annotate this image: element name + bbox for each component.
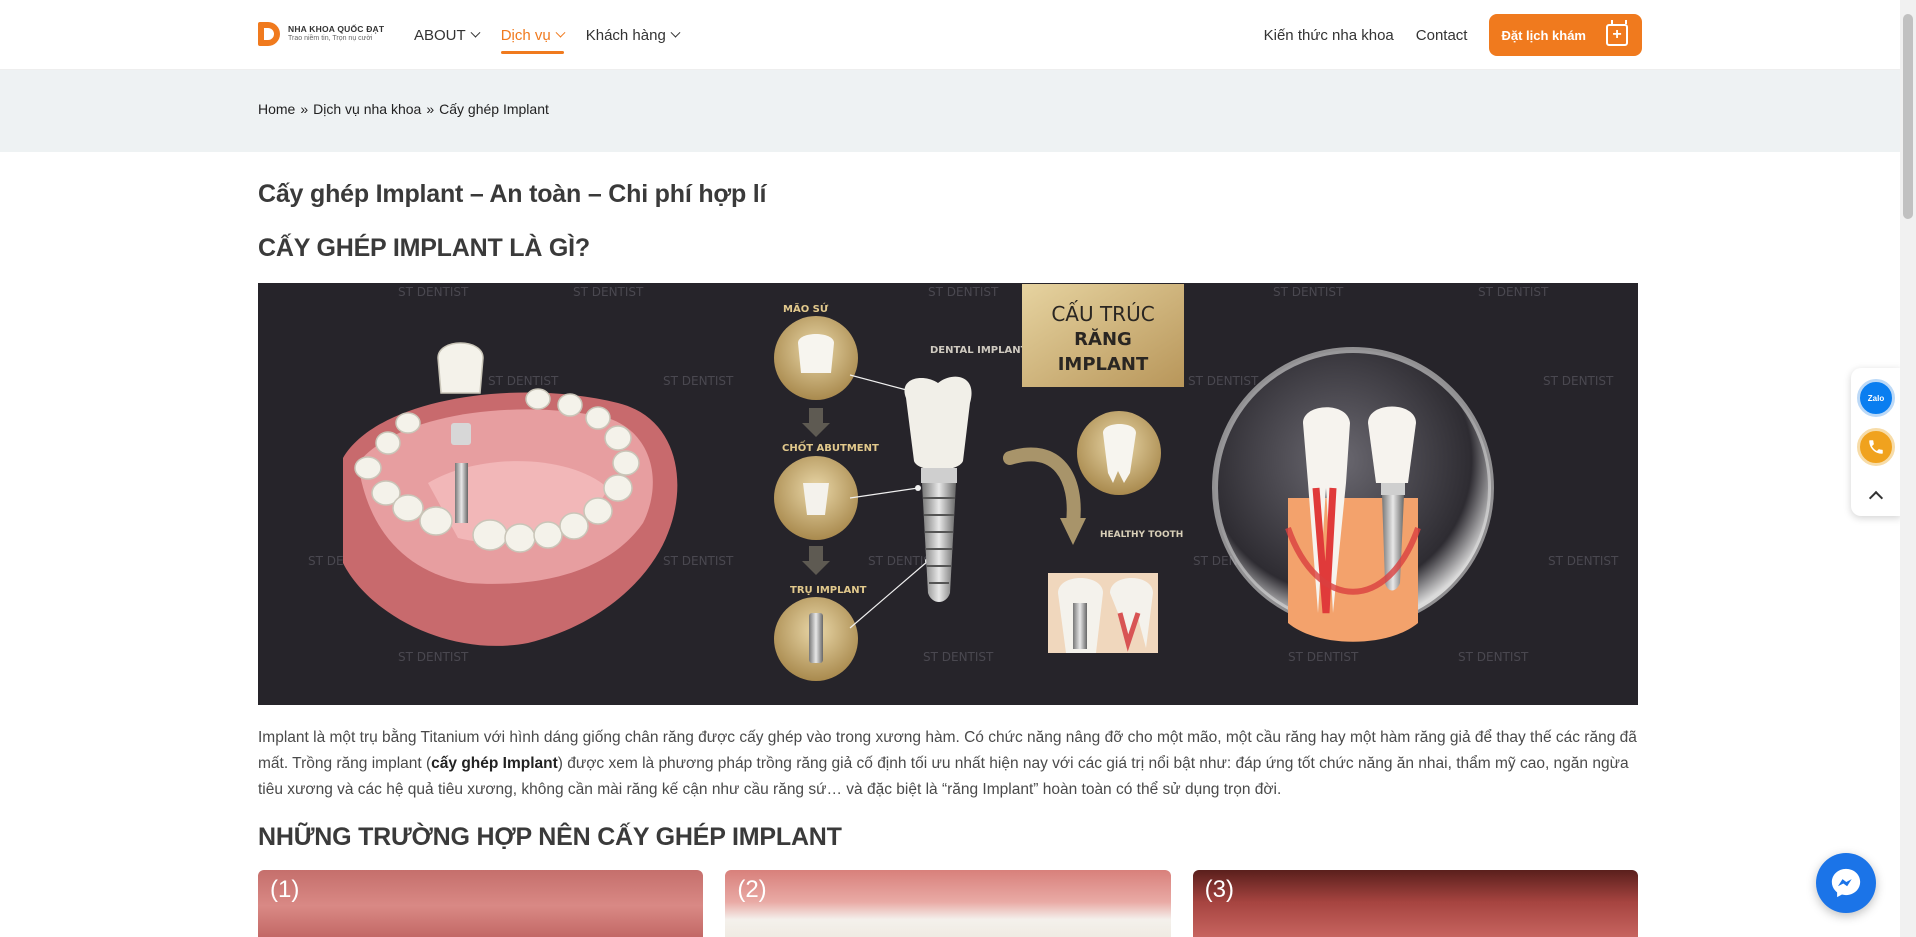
watermark: ST DENTIST (1288, 650, 1359, 664)
nav-about[interactable]: ABOUT (414, 0, 481, 70)
zalo-icon: Zalo (1867, 393, 1885, 403)
case-number: (1) (270, 876, 300, 903)
watermark: ST DENTIST (488, 374, 559, 388)
header-right: Kiến thức nha khoa Contact Đặt lịch khám (1264, 0, 1642, 70)
watermark: ST DENTIST (398, 285, 469, 299)
logo-icon (258, 20, 282, 48)
phone-button[interactable] (1857, 428, 1895, 466)
case-number: (2) (737, 876, 767, 903)
page-scrollbar[interactable] (1900, 0, 1916, 937)
messenger-icon (1831, 868, 1861, 898)
watermark: ST DENTIST (663, 374, 734, 388)
label-abutment: CHỐT ABUTMENT (782, 439, 879, 454)
phone-icon (1869, 440, 1883, 454)
case-image-1: (1) (258, 870, 704, 937)
component-column: MÃO SỨ CHỐT ABUTMENT TRỤ IMPLANT (774, 302, 931, 681)
structure-title-2: RĂNG (1074, 328, 1132, 350)
nav-customers-label: Khách hàng (585, 26, 666, 44)
implant-description: Implant là một trụ bằng Titanium với hìn… (258, 725, 1643, 803)
watermark: ST DENTIST (1188, 374, 1259, 388)
label-implant: TRỤ IMPLANT (790, 585, 867, 596)
breadcrumb-separator: » (426, 101, 435, 117)
section-heading-what-is-implant: CẤY GHÉP IMPLANT LÀ GÌ? (258, 234, 590, 262)
watermark: ST DENTIST (1478, 285, 1549, 299)
jaw-implant-screw (455, 463, 468, 523)
label-dental: DENTAL IMPLANT (930, 345, 1028, 356)
label-crown: MÃO SỨ (783, 302, 829, 315)
watermark: ST DENTIST (1273, 285, 1344, 299)
nav-contact[interactable]: Contact (1416, 27, 1468, 44)
messenger-button[interactable] (1816, 853, 1876, 913)
watermark: ST DENTIST (1458, 650, 1529, 664)
structure-title-3: IMPLANT (1058, 354, 1149, 375)
scroll-to-top-button[interactable] (1865, 484, 1887, 506)
watermark: ST DENTIST (1543, 374, 1614, 388)
zalo-button[interactable]: Zalo (1857, 379, 1895, 417)
case-number: (3) (1204, 876, 1234, 903)
breadcrumb: Home » Dịch vụ nha khoa » Cấy ghép Impla… (258, 101, 549, 117)
chevron-down-icon (470, 27, 481, 38)
tooth-root-sphere (1212, 347, 1494, 642)
book-appointment-label: Đặt lịch khám (1501, 27, 1586, 43)
nav-services[interactable]: Dịch vụ (500, 0, 566, 70)
nav-customers[interactable]: Khách hàng (585, 0, 681, 70)
paragraph-bold-term: cấy ghép Implant (431, 755, 558, 772)
implant-structure-image: ST DENTIST ST DENTIST ST DENTIST ST DENT… (258, 283, 1638, 705)
structure-title-1: CẤU TRÚC (1051, 301, 1154, 326)
main-nav: ABOUT Dịch vụ Khách hàng (414, 0, 681, 70)
page-title: Cấy ghép Implant – An toàn – Chi phí hợp… (258, 180, 767, 208)
site-logo[interactable]: NHA KHOA QUỐC ĐẠT Trao niềm tin, Trọn nụ… (258, 20, 384, 48)
watermark: ST DENTIST (398, 650, 469, 664)
breadcrumb-current: Cấy ghép Implant (439, 101, 549, 117)
floating-contact-panel: Zalo (1851, 368, 1901, 516)
nav-about-label: ABOUT (414, 26, 466, 44)
case-image-3: (3) (1192, 870, 1638, 937)
label-healthy: HEALTHY TOOTH (1100, 530, 1183, 540)
chevron-up-icon (1868, 490, 1884, 505)
nav-dental-knowledge[interactable]: Kiến thức nha khoa (1264, 27, 1394, 44)
case-image-2: (2) (725, 870, 1171, 937)
section-heading-cases: NHỮNG TRƯỜNG HỢP NÊN CẤY GHÉP IMPLANT (258, 823, 842, 851)
chevron-down-icon (555, 27, 566, 38)
jaw-model (343, 342, 678, 646)
breadcrumb-home[interactable]: Home (258, 101, 295, 117)
logo-tagline: Trao niềm tin, Trọn nụ cười (288, 34, 373, 42)
chevron-down-icon (670, 27, 681, 38)
breadcrumb-separator: » (300, 101, 309, 117)
nav-services-label: Dịch vụ (500, 26, 551, 44)
logo-name: NHA KHOA QUỐC ĐẠT (288, 24, 385, 35)
breadcrumb-services[interactable]: Dịch vụ nha khoa (313, 101, 421, 117)
breadcrumb-bar: Home » Dịch vụ nha khoa » Cấy ghép Impla… (0, 70, 1900, 152)
implant-infographic: ST DENTIST ST DENTIST ST DENTIST ST DENT… (308, 284, 1619, 681)
watermark: ST DENTIST (928, 285, 999, 299)
scrollbar-thumb[interactable] (1903, 14, 1913, 219)
structure-title-box: CẤU TRÚC RĂNG IMPLANT (1022, 284, 1184, 387)
site-header: NHA KHOA QUỐC ĐẠT Trao niềm tin, Trọn nụ… (0, 0, 1900, 70)
watermark: ST DENTIST (663, 554, 734, 568)
calendar-add-icon (1606, 20, 1628, 46)
watermark: ST DENTIST (1548, 554, 1619, 568)
case-images: (1) (2) (3) (258, 870, 1638, 937)
book-appointment-button[interactable]: Đặt lịch khám (1489, 14, 1642, 56)
watermark: ST DENTIST (573, 285, 644, 299)
jaw-crown (437, 342, 484, 394)
watermark: ST DENTIST (923, 650, 994, 664)
